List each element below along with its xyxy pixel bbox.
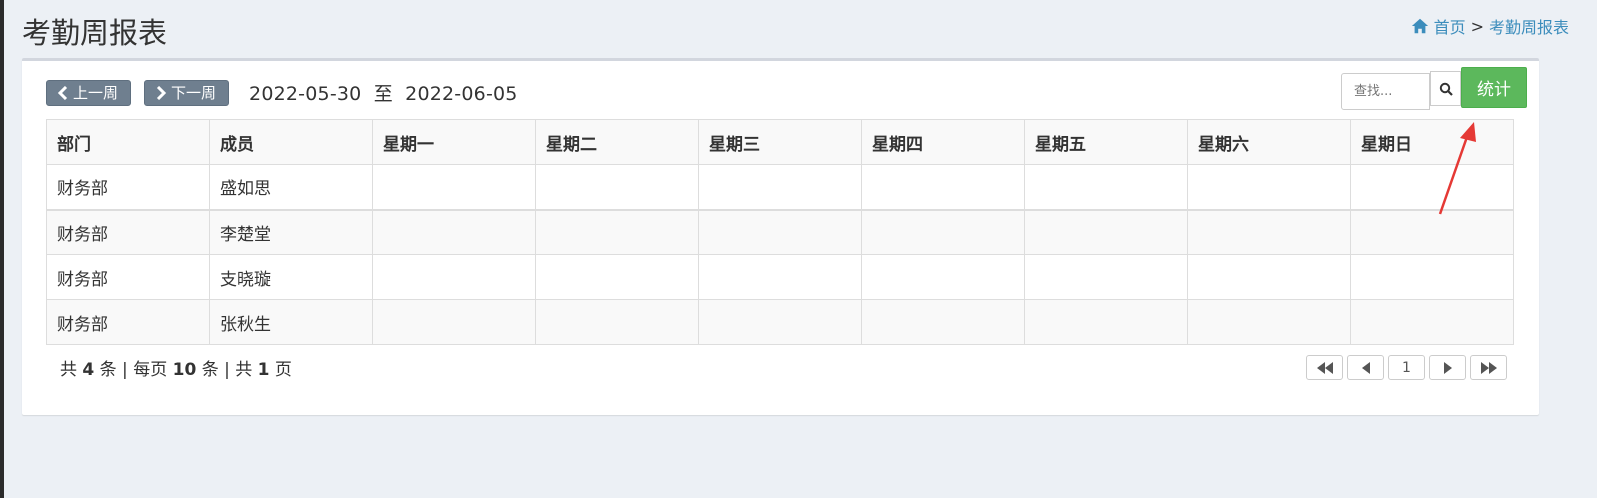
table-cell — [372, 299, 536, 345]
date-range: 2022-05-30 至 2022-06-05 — [249, 79, 524, 106]
table-cell — [1187, 209, 1351, 255]
table-cell — [698, 254, 862, 300]
column-header[interactable]: 星期三 — [698, 119, 862, 165]
table-cell — [698, 164, 862, 211]
table-row[interactable]: 财务部 支晓璇 — [46, 254, 1514, 300]
table-cell — [698, 209, 862, 255]
window-edge — [0, 0, 4, 498]
date-end: 2022-06-05 — [405, 83, 518, 105]
search-button[interactable] — [1430, 71, 1461, 106]
column-header[interactable]: 星期五 — [1024, 119, 1188, 165]
table-cell — [1350, 299, 1514, 345]
total-count: 4 — [82, 360, 95, 380]
column-header[interactable]: 星期四 — [861, 119, 1025, 165]
table-cell: 支晓璇 — [209, 254, 373, 300]
table-row[interactable]: 财务部 李楚堂 — [46, 209, 1514, 255]
column-header[interactable]: 星期日 — [1350, 119, 1514, 165]
pages-count: 1 — [257, 360, 270, 380]
first-page-button[interactable] — [1306, 355, 1343, 380]
per-page-suffix: 条 | — [201, 360, 230, 380]
table-row[interactable]: 财务部 张秋生 — [46, 299, 1514, 345]
pages-prefix: 共 — [235, 360, 253, 380]
next-week-button[interactable]: 下一周 — [144, 79, 230, 106]
table-cell — [372, 164, 536, 211]
table-cell — [1024, 164, 1188, 211]
table-cell — [1024, 209, 1188, 255]
home-icon — [1411, 18, 1428, 34]
breadcrumb-home-link[interactable]: 首页 — [1434, 14, 1466, 38]
table-cell — [861, 209, 1025, 255]
table-cell — [1187, 299, 1351, 345]
column-header[interactable]: 星期六 — [1187, 119, 1351, 165]
table-cell — [861, 254, 1025, 300]
triangle-left-icon — [1361, 361, 1370, 374]
next-week-label: 下一周 — [171, 84, 217, 102]
total-prefix: 共 — [60, 360, 77, 380]
table-cell — [535, 299, 699, 345]
table-cell — [1024, 254, 1188, 300]
table-cell — [535, 209, 699, 255]
per-page-count: 10 — [172, 360, 197, 380]
table-cell — [372, 209, 536, 255]
double-chevron-right-icon — [1480, 361, 1497, 374]
table-cell — [1187, 254, 1351, 300]
table-cell: 财务部 — [46, 164, 210, 211]
attendance-table: 部门 成员 星期一 星期二 星期三 星期四 星期五 星期六 星期日 财务部 盛如… — [46, 119, 1514, 345]
next-page-button[interactable] — [1429, 355, 1466, 380]
table-cell — [1350, 209, 1514, 255]
last-page-button[interactable] — [1470, 355, 1507, 380]
column-header[interactable]: 星期二 — [535, 119, 699, 165]
breadcrumb-separator: > — [1470, 16, 1484, 36]
column-header[interactable]: 成员 — [209, 119, 373, 165]
table-cell: 财务部 — [46, 254, 210, 300]
prev-week-button[interactable]: 上一周 — [46, 79, 132, 106]
pagination-controls: 1 — [1306, 355, 1507, 380]
page-title: 考勤周报表 — [22, 16, 168, 50]
table-cell: 李楚堂 — [209, 209, 373, 255]
total-suffix: 条 | — [99, 360, 128, 380]
breadcrumb: 首页 > 考勤周报表 — [1411, 14, 1569, 38]
column-header[interactable]: 星期一 — [372, 119, 536, 165]
chevron-right-icon — [156, 85, 167, 100]
breadcrumb-current-link[interactable]: 考勤周报表 — [1489, 14, 1569, 38]
table-cell — [372, 254, 536, 300]
column-header[interactable]: 部门 — [46, 119, 210, 165]
search-input[interactable] — [1341, 73, 1430, 110]
per-page-prefix: 每页 — [133, 360, 168, 380]
table-row[interactable]: 财务部 盛如思 — [46, 164, 1514, 211]
table-cell — [1024, 299, 1188, 345]
prev-week-label: 上一周 — [73, 84, 119, 102]
search-group: 统计 — [1341, 67, 1527, 110]
table-cell: 财务部 — [46, 209, 210, 255]
stat-button[interactable]: 统计 — [1461, 67, 1527, 108]
chevron-left-icon — [57, 85, 68, 100]
table-cell — [861, 164, 1025, 211]
content-header: 考勤周报表 首页 > 考勤周报表 — [22, 10, 1569, 50]
date-to: 至 — [373, 83, 393, 105]
table-cell — [1350, 164, 1514, 211]
pages-suffix: 页 — [274, 360, 292, 380]
table-cell: 张秋生 — [209, 299, 373, 345]
table-cell: 盛如思 — [209, 164, 373, 211]
table-cell — [535, 254, 699, 300]
table-cell — [1187, 164, 1351, 211]
report-box: 上一周 下一周 2022-05-30 至 2022-06-05 统计 部门 成员… — [22, 58, 1539, 415]
date-start: 2022-05-30 — [249, 83, 362, 105]
triangle-right-icon — [1443, 361, 1452, 374]
double-chevron-left-icon — [1316, 361, 1333, 374]
table-header-row: 部门 成员 星期一 星期二 星期三 星期四 星期五 星期六 星期日 — [46, 119, 1514, 165]
table-cell — [698, 299, 862, 345]
table-cell — [861, 299, 1025, 345]
current-page-number[interactable]: 1 — [1388, 355, 1425, 380]
table-cell — [535, 164, 699, 211]
annotation-arrow-icon — [1438, 122, 1476, 215]
table-cell: 财务部 — [46, 299, 210, 345]
table-cell — [1350, 254, 1514, 300]
search-icon — [1439, 82, 1453, 96]
prev-page-button[interactable] — [1347, 355, 1384, 380]
pagination-summary: 共 4 条 | 每页 10 条 | 共 1 页 — [60, 355, 292, 380]
week-toolbar: 上一周 下一周 2022-05-30 至 2022-06-05 — [46, 79, 524, 106]
